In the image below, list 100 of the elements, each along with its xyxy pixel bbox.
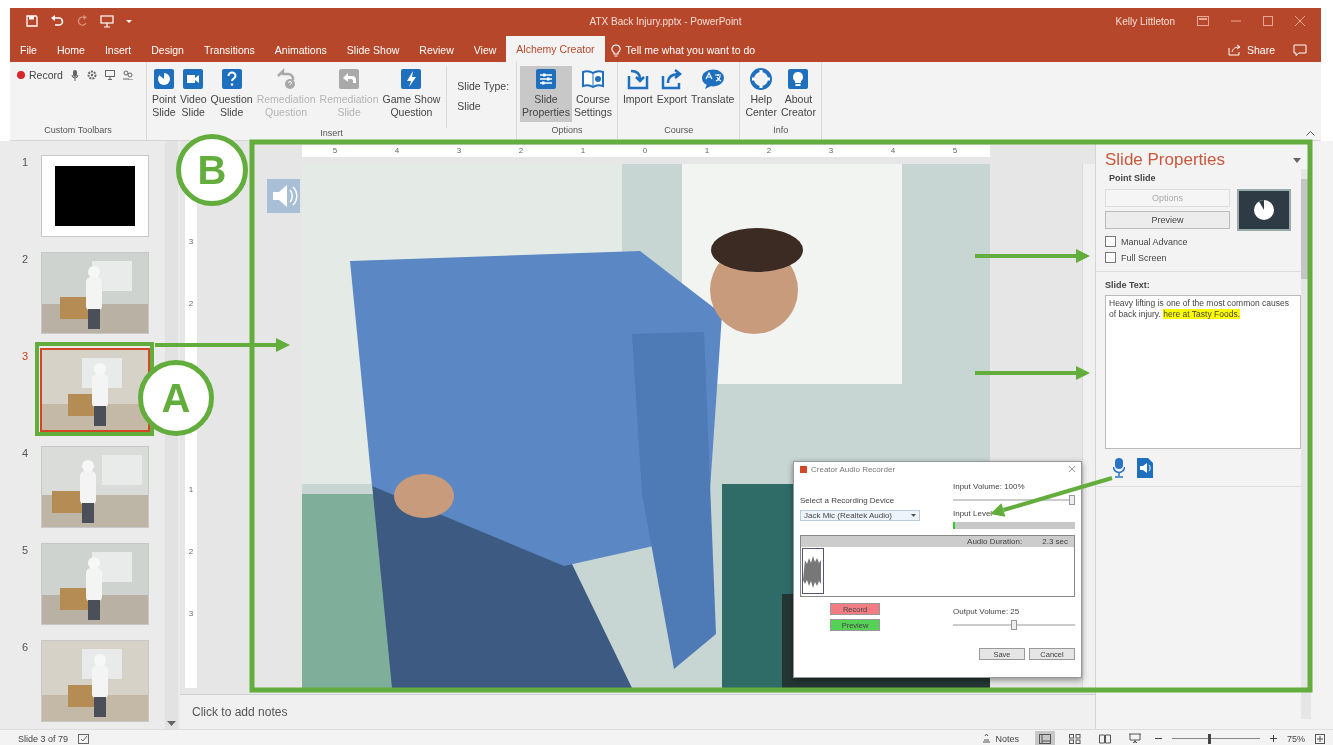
comment-icon[interactable]: [1293, 44, 1307, 56]
group-label: Options: [550, 125, 584, 137]
customize-caret-icon[interactable]: [126, 18, 132, 24]
user-name[interactable]: Kelly Littleton: [1115, 15, 1175, 27]
ribbon-tab[interactable]: Transitions: [193, 38, 265, 62]
reply-question-icon: [275, 68, 298, 90]
ribbon-button[interactable]: Point Slide: [150, 66, 178, 122]
microphone-icon[interactable]: [70, 69, 79, 81]
normal-view-icon[interactable]: [1035, 731, 1055, 745]
close-icon[interactable]: [1069, 466, 1075, 472]
ribbon-button[interactable]: Video Slide: [177, 66, 209, 122]
minus-icon[interactable]: [1155, 735, 1162, 742]
book-icon: [580, 68, 605, 90]
pane-menu-caret-icon[interactable]: [1293, 157, 1301, 163]
import-icon: [626, 68, 649, 90]
spellcheck-icon[interactable]: [78, 733, 90, 744]
field-label: Input Volume: 100%: [953, 482, 1026, 491]
checkbox-label[interactable]: Full Screen: [1121, 252, 1167, 263]
ribbon-tab[interactable]: Animations: [264, 38, 337, 62]
ribbon-button[interactable]: About Creator: [778, 66, 818, 122]
ribbon-tab[interactable]: View: [463, 38, 507, 62]
slider-thumb[interactable]: [1069, 495, 1075, 505]
undo-icon[interactable]: [50, 15, 64, 27]
dialog-title: Creator Audio Recorder: [811, 464, 896, 474]
notes-button[interactable]: Notes: [976, 733, 1025, 744]
collapse-ribbon-icon[interactable]: [1306, 130, 1315, 136]
pane-title: Slide Properties: [1105, 150, 1225, 170]
ribbon-tab[interactable]: Home: [46, 38, 95, 62]
scrollbar[interactable]: [1082, 164, 1095, 688]
device-dropdown[interactable]: Jack Mic (Realtek Audio): [800, 510, 920, 521]
field-label: Input Level: [953, 509, 994, 518]
waveform-drawing: [802, 548, 824, 594]
checkbox[interactable]: [1105, 252, 1116, 263]
tell-me-field[interactable]: Tell me what you want to do: [625, 44, 756, 56]
fit-to-window-icon[interactable]: [1315, 733, 1325, 744]
speech-bubble-icon: [700, 68, 725, 90]
slide-text-field[interactable]: Heavy lifting is one of the most common causes of back injury. here at Tasty Foods.: [1105, 295, 1301, 449]
ribbon-tab[interactable]: Insert: [94, 38, 142, 62]
group-label: Course: [663, 125, 695, 137]
duration-value: 2.3 sec: [1042, 537, 1068, 546]
checkbox-label[interactable]: Manual Advance: [1121, 236, 1188, 247]
pie-icon: [1253, 199, 1275, 221]
scrollbar[interactable]: [1301, 169, 1311, 719]
close-icon[interactable]: [1295, 16, 1305, 26]
lightbulb-icon: [787, 68, 810, 90]
checkbox[interactable]: [1105, 236, 1116, 247]
monitor-icon[interactable]: [104, 70, 115, 80]
microphone-icon[interactable]: [1113, 458, 1125, 478]
maximize-icon[interactable]: [1263, 16, 1273, 26]
grid-icon: [1069, 733, 1081, 744]
ribbon-button[interactable]: Translate: [689, 66, 737, 122]
video-camera-icon: [182, 68, 205, 90]
book-icon: [1099, 733, 1111, 744]
slide-number: 6: [21, 641, 30, 653]
ribbon-tab[interactable]: Slide Show: [336, 38, 410, 62]
ribbon-tab[interactable]: Design: [141, 38, 194, 62]
ribbon-display-icon[interactable]: [1197, 16, 1209, 26]
pie-icon: [152, 68, 175, 90]
window-title: ATX Back Injury.pptx - PowerPoint: [589, 15, 742, 27]
ribbon-button[interactable]: Export: [654, 66, 690, 122]
gear-icon[interactable]: [86, 70, 97, 80]
ribbon-button[interactable]: Course Settings: [571, 66, 614, 122]
question-mark-icon: [220, 68, 243, 90]
notes-field[interactable]: Click to add notes: [180, 694, 1095, 729]
app-icon: [800, 465, 807, 473]
slider-thumb[interactable]: [1011, 620, 1017, 630]
pane-button[interactable]: Preview: [1105, 211, 1230, 229]
ribbon-button[interactable]: Help Center: [743, 66, 779, 122]
group-label: Custom Toolbars: [43, 125, 113, 137]
field-label: Audio Duration:: [967, 537, 1023, 546]
slide-number: 1: [21, 156, 30, 168]
export-icon: [660, 68, 683, 90]
group-label: Info: [772, 125, 790, 137]
people-icon[interactable]: [122, 70, 133, 80]
field-label: Select a Recording Device: [800, 496, 896, 505]
zoom-level[interactable]: 75%: [1287, 733, 1305, 744]
field-label: Slide Type:: [457, 80, 510, 92]
slide-thumbnail[interactable]: [42, 156, 148, 236]
sliders-icon: [535, 68, 557, 90]
presenter-icon[interactable]: [100, 14, 114, 28]
save-icon[interactable]: [26, 15, 38, 27]
ribbon-button[interactable]: Slide Properties: [520, 66, 572, 122]
ribbon-button[interactable]: Question Slide: [208, 66, 255, 122]
ribbon-button[interactable]: Game Show Question: [380, 66, 443, 122]
plus-icon[interactable]: [1270, 735, 1277, 742]
ribbon-button[interactable]: Import: [620, 66, 655, 122]
ribbon-tab[interactable]: File: [10, 38, 47, 62]
lightning-icon: [400, 68, 423, 90]
lifebuoy-icon: [750, 68, 773, 90]
ribbon-tab[interactable]: Alchemy Creator: [506, 36, 605, 62]
field-label: Output Volume: 25: [953, 607, 1021, 616]
redo-icon: [76, 15, 88, 27]
speaker-file-icon[interactable]: [1137, 458, 1153, 478]
share-button[interactable]: Share: [1209, 38, 1293, 62]
record-button[interactable]: Record: [17, 69, 63, 81]
slider-thumb[interactable]: [1207, 733, 1211, 744]
notes-icon: [982, 734, 992, 743]
ribbon-tab[interactable]: Review: [409, 38, 464, 62]
slide-number: 3: [21, 350, 30, 362]
scroll-down-icon[interactable]: [167, 721, 176, 727]
